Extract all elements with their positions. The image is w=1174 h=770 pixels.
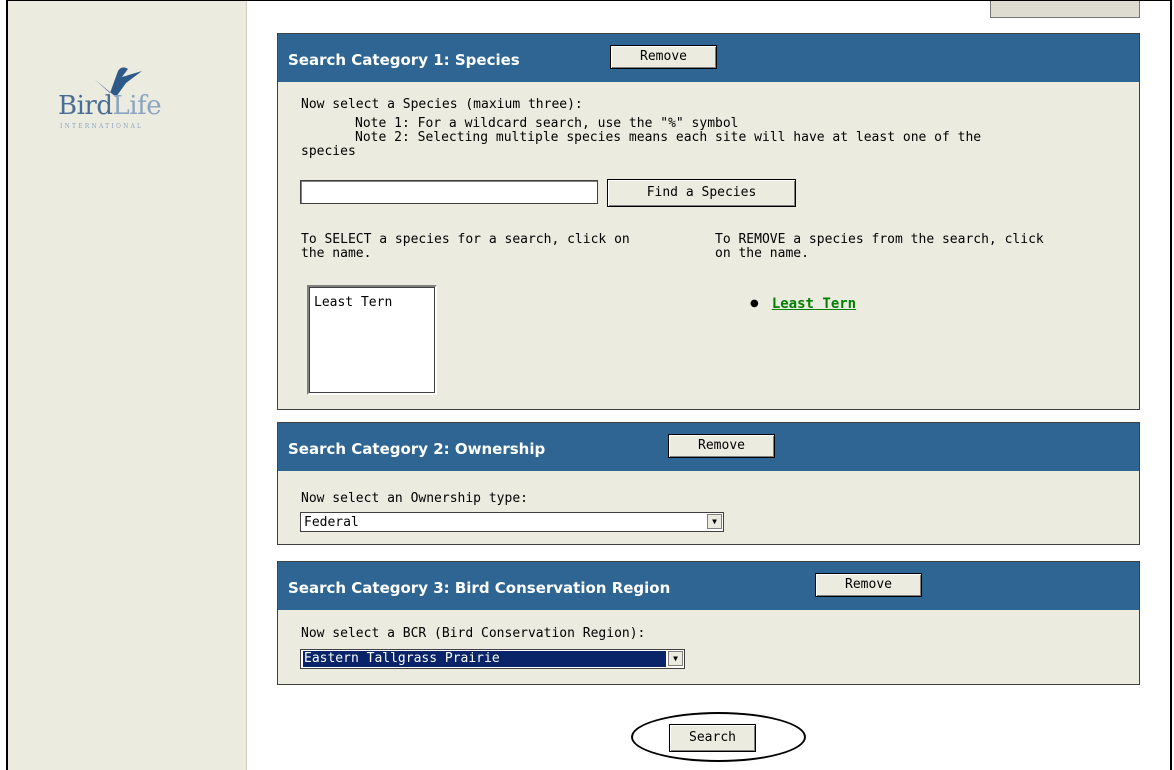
species-panel: Search Category 1: Species Remove Now se… — [277, 33, 1140, 410]
listbox-item[interactable]: Least Tern — [314, 296, 392, 310]
logo-subtitle: INTERNATIONAL — [60, 123, 144, 130]
bcr-panel-header: Search Category 3: Bird Conservation Reg… — [278, 562, 1139, 610]
species-panel-title: Search Category 1: Species — [288, 51, 520, 69]
find-species-button[interactable]: Find a Species — [607, 179, 796, 207]
species-note-2: Note 2: Selecting multiple species means… — [355, 130, 982, 145]
sidebar: BirdLife INTERNATIONAL — [8, 1, 247, 770]
bcr-panel-title: Search Category 3: Bird Conservation Reg… — [288, 579, 671, 597]
ownership-panel-title: Search Category 2: Ownership — [288, 440, 546, 458]
species-panel-header: Search Category 1: Species Remove — [278, 34, 1139, 82]
search-button[interactable]: Search — [669, 724, 756, 752]
selected-species-link[interactable]: Least Tern — [772, 296, 856, 312]
species-listbox[interactable]: Least Tern — [307, 285, 437, 395]
chevron-down-icon[interactable]: ▼ — [668, 651, 683, 666]
bcr-prompt: Now select a BCR (Bird Conservation Regi… — [301, 626, 646, 641]
remove-bcr-button[interactable]: Remove — [815, 573, 922, 597]
species-prompt: Now select a Species (maxium three): — [301, 97, 583, 112]
birdlife-logo: BirdLife INTERNATIONAL — [58, 61, 198, 131]
select-instruction-1: To SELECT a species for a search, click … — [301, 232, 630, 247]
selected-species-item: ● Least Tern — [750, 293, 856, 312]
species-note-1: Note 1: For a wildcard search, use the "… — [355, 116, 739, 131]
remove-instruction-2: on the name. — [715, 246, 809, 261]
select-instruction-2: the name. — [301, 246, 372, 261]
logo-wordmark: BirdLife — [58, 91, 162, 121]
bcr-selected-value: Eastern Tallgrass Prairie — [302, 650, 667, 668]
ownership-selected-value: Federal — [304, 515, 359, 530]
ownership-prompt: Now select an Ownership type: — [301, 491, 528, 506]
bullet-icon: ● — [750, 298, 759, 309]
chevron-down-icon[interactable]: ▼ — [707, 514, 722, 529]
species-search-input[interactable] — [300, 180, 598, 204]
bcr-panel: Search Category 3: Bird Conservation Reg… — [277, 561, 1140, 685]
remove-ownership-button[interactable]: Remove — [668, 434, 775, 458]
bcr-select[interactable]: Eastern Tallgrass Prairie ▼ — [300, 649, 685, 669]
remove-all-button[interactable] — [990, 1, 1140, 18]
species-note-2-cont: species — [301, 144, 356, 159]
remove-instruction-1: To REMOVE a species from the search, cli… — [715, 232, 1044, 247]
ownership-panel: Search Category 2: Ownership Remove Now … — [277, 422, 1140, 545]
ownership-select[interactable]: Federal ▼ — [300, 512, 724, 532]
remove-species-button[interactable]: Remove — [610, 45, 717, 69]
ownership-panel-header: Search Category 2: Ownership Remove — [278, 423, 1139, 471]
